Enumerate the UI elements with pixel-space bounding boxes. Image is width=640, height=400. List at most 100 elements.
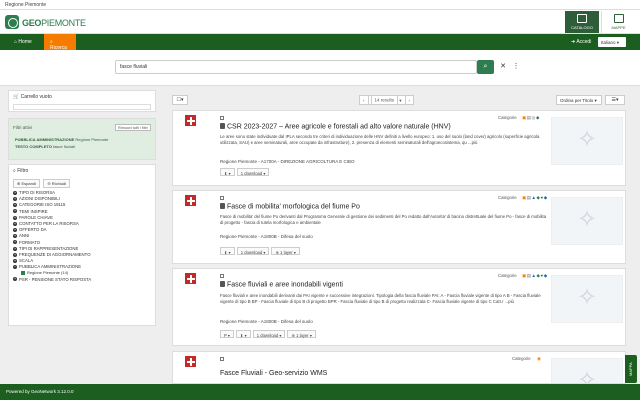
- cart-list: [13, 104, 151, 110]
- select-checkbox[interactable]: [220, 116, 224, 120]
- download-menu-button[interactable]: ⬇ ▾: [220, 247, 235, 255]
- maps-button[interactable]: MAPPE: [601, 11, 635, 33]
- plus-icon: +: [13, 245, 17, 251]
- map-menu-button[interactable]: P ▾: [220, 330, 234, 338]
- top-bar: Regione Piemonte: [0, 0, 640, 10]
- select-checkbox[interactable]: [220, 274, 224, 278]
- region-title: Regione Piemonte: [5, 2, 47, 8]
- plus-icon: +: [13, 214, 17, 220]
- download-menu-button[interactable]: ⬇ ▾: [235, 330, 251, 338]
- plus-icon: +: [13, 196, 17, 202]
- checkbox-icon: ☐▾: [176, 97, 184, 103]
- result-title[interactable]: Fasce fluviali e aree inondabili vigenti: [220, 281, 343, 289]
- layers-button[interactable]: ⊕ 1 layer ▾: [287, 330, 316, 338]
- result-card[interactable]: Categorie ▣▤▲◆●◆ Fasce di mobilita' morf…: [172, 190, 626, 264]
- plus-icon: +: [13, 226, 17, 232]
- plus-icon: +: [13, 189, 17, 195]
- catalog-icon: [577, 14, 587, 23]
- regione-piemonte-flag-icon: [185, 356, 196, 367]
- downloads-button[interactable]: 1 download ▾: [236, 168, 270, 176]
- result-title[interactable]: Fasce Fluviali - Geo-servizio WMS: [220, 370, 327, 377]
- search-row: ⌕ ✕ ⋮: [0, 50, 640, 86]
- facet-list: + TIPO DI RISORSA + AZIONI DISPONIBILI + CA…: [9, 190, 155, 283]
- logo-text[interactable]: GEOPIEMONTE: [22, 18, 86, 28]
- result-description: Le aree sono state individuate dal IPLA …: [220, 134, 540, 145]
- footer: Powered by GeoNetwork 3.12.0.0: [0, 384, 640, 400]
- dataset-icon: [220, 281, 225, 287]
- facet-item[interactable]: + PSR - PENSIONE STATO RISPOSTA: [13, 277, 151, 283]
- filter-title: ⌕ Filtro: [13, 168, 29, 174]
- active-filter[interactable]: TESTO COMPLETO fasce fluviali: [15, 144, 75, 149]
- result-thumbnail[interactable]: [551, 197, 623, 245]
- more-options-button[interactable]: ⋮: [512, 60, 520, 74]
- result-thumbnail[interactable]: [551, 117, 623, 165]
- result-card[interactable]: Categorie ▣▤◎◆ CSR 2023-2027 – Aree agri…: [172, 110, 626, 186]
- cart-icon: 🛒: [13, 94, 21, 100]
- select-menu-button[interactable]: ☐▾: [172, 95, 188, 105]
- result-card[interactable]: Categorie ◉ Fasce Fluviali - Geo-servizi…: [172, 351, 626, 384]
- main-nav: ⌂ Home ⌕ Ricerca ➜ Accedi Italiano ▾: [0, 34, 640, 51]
- pager: ‹ 14 results ▾ ›: [359, 95, 415, 105]
- dataset-icon: [220, 123, 225, 129]
- result-org: Regione Piemonte - A1800B - Difesa del s…: [220, 319, 313, 324]
- view-mode-button[interactable]: ☰▾: [605, 95, 625, 105]
- minus-icon: −: [13, 264, 17, 270]
- result-actions: ⬇ ▾ 1 download ▾ ⊕ 1 layer ▾: [220, 247, 302, 255]
- results-count[interactable]: 14 results ▾: [367, 95, 406, 105]
- downloads-button[interactable]: 1 download ▾: [236, 247, 270, 255]
- categories-label: Categorie: [498, 115, 517, 120]
- result-org: Regione Piemonte - A1700A - DIREZIONE AG…: [220, 159, 355, 164]
- plus-icon: +: [13, 220, 17, 226]
- active-filter[interactable]: PUBBLICA AMMINISTRAZIONE Regione Piemont…: [15, 137, 108, 142]
- collapse-all-button[interactable]: ⊖ Richiudi: [43, 179, 71, 188]
- category-icons: ▣▤▲◆●◆: [522, 195, 548, 200]
- nav-search[interactable]: ⌕ Ricerca: [44, 34, 76, 51]
- result-description: Fasce fluviali e aree inondabili derivan…: [220, 293, 541, 304]
- select-checkbox[interactable]: [220, 357, 224, 361]
- category-icons: ◉: [537, 356, 542, 361]
- categories-label: Categorie: [498, 273, 517, 278]
- list-icon: ☰▾: [611, 97, 619, 103]
- result-actions: ⬇ ▾ 1 download ▾: [220, 168, 271, 176]
- next-page-button[interactable]: ›: [404, 95, 415, 105]
- result-description: Fasce di mobilita' del fiume Po derivant…: [220, 214, 547, 225]
- nav-home[interactable]: ⌂ Home: [8, 34, 38, 50]
- filter-panel: ⌕ Filtro ⊕ Espandi ⊖ Richiudi + TIPO DI R…: [8, 164, 156, 326]
- download-menu-button[interactable]: ⬇ ▾: [220, 168, 235, 176]
- catalog-button[interactable]: CATALOGO: [565, 11, 599, 33]
- category-icons: ▣▤◎◆: [522, 115, 540, 120]
- search-icon: ⌕: [483, 63, 488, 70]
- result-title[interactable]: Fasce di mobilita' morfologica del fiume…: [220, 203, 360, 211]
- category-icons: ▣▤▲◆●◆: [522, 273, 548, 278]
- regione-piemonte-flag-icon: [185, 273, 196, 284]
- expand-all-button[interactable]: ⊕ Espandi: [13, 179, 40, 188]
- plus-icon: +: [13, 239, 17, 245]
- plus-icon: +: [13, 233, 17, 239]
- clear-search-button[interactable]: ✕: [497, 60, 509, 74]
- result-card[interactable]: Categorie ▣▤▲◆●◆ Fasce fluviali e aree i…: [172, 268, 626, 346]
- categories-label: Categorie: [512, 356, 531, 361]
- map-side-tab[interactable]: MAPPA: [625, 355, 637, 383]
- dataset-icon: [220, 203, 225, 209]
- select-checkbox[interactable]: [220, 196, 224, 200]
- remove-all-filters-button[interactable]: Rimuovi tutti i filtri: [115, 124, 151, 131]
- active-filters-title: Filtri attivi: [13, 125, 32, 130]
- result-title[interactable]: CSR 2023-2027 – Aree agricole e forestal…: [220, 123, 451, 131]
- result-thumbnail[interactable]: [551, 275, 623, 323]
- regione-piemonte-flag-icon: [185, 195, 196, 206]
- sort-select[interactable]: Ordina per Titolo ▾: [556, 95, 602, 105]
- result-thumbnail[interactable]: [551, 358, 623, 383]
- active-filters-head: Filtri attivi Rimuovi tutti i filtri PUB…: [9, 119, 155, 159]
- plus-icon: +: [13, 276, 17, 282]
- layers-button[interactable]: ⊕ 1 layer ▾: [271, 247, 300, 255]
- login-link[interactable]: ➜ Accedi: [565, 34, 597, 50]
- search-input[interactable]: [115, 60, 477, 74]
- downloads-button[interactable]: 1 download ▾: [252, 330, 286, 338]
- map-icon: [614, 14, 624, 23]
- language-select[interactable]: Italiano ▾: [598, 37, 626, 47]
- plus-icon: +: [13, 257, 17, 263]
- search-button[interactable]: ⌕: [477, 60, 494, 74]
- result-actions: P ▾ ⬇ ▾ 1 download ▾ ⊕ 1 layer ▾: [220, 330, 318, 338]
- cart-title[interactable]: 🛒 Carrello vuoto: [9, 91, 155, 103]
- geopiemonte-logo-icon[interactable]: [5, 15, 19, 29]
